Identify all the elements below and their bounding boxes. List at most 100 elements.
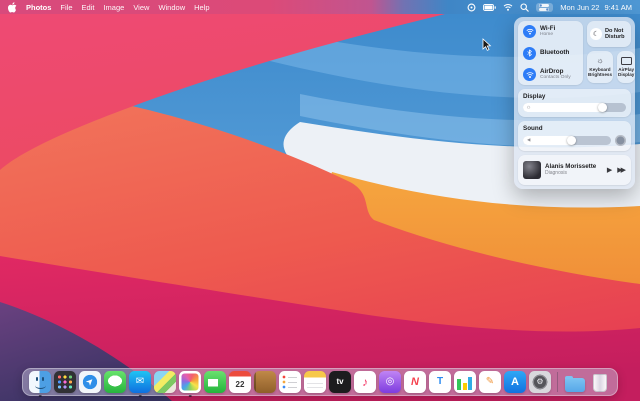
- wifi-toggle[interactable]: Wi-Fi Home: [523, 25, 578, 38]
- control-center-panel: Wi-Fi Home Bluetooth AirDrop Contacts On…: [514, 17, 636, 189]
- display-brightness-slider[interactable]: ☼: [523, 103, 626, 112]
- dock-sysprefs-icon[interactable]: ⚙: [529, 371, 551, 393]
- system-preferences-app-icon: ⚙: [529, 371, 551, 393]
- active-app-menu[interactable]: Photos: [26, 3, 51, 12]
- next-track-button[interactable]: ▶▶: [617, 166, 626, 174]
- dock-trash-icon[interactable]: [589, 371, 611, 393]
- music-widget[interactable]: Alanis Morissette Diagnosis ▶ ▶▶: [518, 155, 631, 185]
- clock-date: Mon Jun 22: [560, 2, 600, 12]
- dock-music-icon[interactable]: ♪: [354, 371, 376, 393]
- dock-reminders-icon[interactable]: [279, 371, 301, 393]
- dock-divider: [557, 372, 558, 392]
- dock-news-icon[interactable]: N: [404, 371, 426, 393]
- dock-notes-icon[interactable]: [304, 371, 326, 393]
- display-slider-knob[interactable]: [598, 103, 608, 112]
- safari-app-icon: ➤: [79, 371, 101, 393]
- keyboard-brightness-label: Keyboard Brightness: [588, 66, 612, 77]
- facetime-app-icon: [204, 371, 226, 393]
- mail-app-icon: ✉: [129, 371, 151, 393]
- speaker-icon: ◄: [526, 136, 532, 143]
- wifi-sublabel: Home: [540, 32, 554, 38]
- menu-view[interactable]: View: [133, 3, 149, 12]
- music-app-icon: ♪: [354, 371, 376, 393]
- display-label: Display: [523, 93, 546, 100]
- dock-contacts-icon[interactable]: [254, 371, 276, 393]
- mouse-cursor: [482, 38, 492, 51]
- folder-shape: [565, 375, 585, 392]
- do-not-disturb-toggle[interactable]: ☾ Do Not Disturb: [587, 21, 631, 47]
- app-store-app-icon: A: [504, 371, 526, 393]
- maps-app-icon: [154, 371, 176, 393]
- bluetooth-toggle-icon: [523, 46, 536, 60]
- dock-podcasts-icon[interactable]: ◎: [379, 371, 401, 393]
- pages-app-icon: ✎: [479, 371, 501, 393]
- running-indicator-dot: [38, 394, 42, 397]
- menu-edit[interactable]: Edit: [82, 3, 95, 12]
- reminders-app-icon: [279, 371, 301, 393]
- sound-label: Sound: [523, 125, 543, 132]
- dock-folder-icon[interactable]: [564, 371, 586, 393]
- menu-window[interactable]: Window: [158, 3, 185, 12]
- keyboard-brightness-icon: ☼: [596, 55, 604, 65]
- connectivity-card: Wi-Fi Home Bluetooth AirDrop Contacts On…: [518, 21, 583, 85]
- finder-app-icon: [29, 371, 51, 393]
- airdrop-toggle-icon: [523, 68, 536, 81]
- calendar-app-icon: 22: [229, 371, 251, 393]
- play-button[interactable]: ▶: [607, 166, 612, 174]
- dock-launchpad-icon[interactable]: [54, 371, 76, 393]
- tv-app-icon: tv: [329, 371, 351, 393]
- dock-finder-icon[interactable]: [29, 371, 51, 397]
- spotlight-icon[interactable]: [520, 2, 530, 12]
- sound-volume-slider[interactable]: ◄: [523, 136, 611, 145]
- dock-facetime-icon[interactable]: [204, 371, 226, 393]
- notes-app-icon: [304, 371, 326, 393]
- dock-appstore-icon[interactable]: A: [504, 371, 526, 393]
- menu-help[interactable]: Help: [194, 3, 209, 12]
- keyboard-brightness-button[interactable]: ☼ Keyboard Brightness: [587, 51, 613, 83]
- contacts-app-icon: [254, 371, 276, 393]
- dock-messages-icon[interactable]: [104, 371, 126, 393]
- photos-app-icon: [179, 371, 201, 393]
- dnd-label: Do Not Disturb: [605, 27, 625, 40]
- airdrop-toggle[interactable]: AirDrop Contacts Only: [523, 68, 578, 81]
- dock-safari-icon[interactable]: ➤: [79, 371, 101, 393]
- dock-calendar-icon[interactable]: 22: [229, 371, 251, 393]
- wifi-icon[interactable]: [503, 3, 513, 11]
- bluetooth-toggle[interactable]: Bluetooth: [523, 46, 578, 60]
- airplay-display-label: AirPlay Display: [618, 66, 635, 77]
- dock-maps-icon[interactable]: [154, 371, 176, 393]
- desktop: Photos File Edit Image View Window Help: [0, 0, 640, 401]
- numbers-app-icon: [454, 371, 476, 393]
- dock: ➤ ✉ 22 tv ♪ ◎ N T ✎ A ⚙: [22, 368, 618, 397]
- menu-image[interactable]: Image: [103, 3, 124, 12]
- dock-numbers-icon[interactable]: [454, 371, 476, 393]
- trash-shape: [593, 374, 607, 392]
- sound-slider-knob[interactable]: [566, 136, 576, 145]
- dock-keynote-icon[interactable]: T: [429, 371, 451, 393]
- wifi-toggle-icon: [523, 25, 536, 38]
- podcasts-app-icon: ◎: [379, 371, 401, 393]
- airplay-display-button[interactable]: AirPlay Display: [617, 51, 636, 83]
- display-card: Display ☼: [518, 89, 631, 117]
- battery-icon[interactable]: [483, 3, 497, 11]
- bluetooth-label: Bluetooth: [540, 48, 570, 56]
- display-monitor-icon: [620, 56, 632, 65]
- menu-bar-clock[interactable]: Mon Jun 22 9:41 AM: [560, 3, 632, 12]
- messages-app-icon: [104, 371, 126, 393]
- sound-card: Sound ◄: [518, 121, 631, 151]
- menu-file[interactable]: File: [60, 3, 72, 12]
- running-indicator-dot: [138, 394, 142, 397]
- control-center-icon[interactable]: [536, 2, 554, 12]
- running-indicator-dot: [188, 394, 192, 397]
- dock-mail-icon[interactable]: ✉: [129, 371, 151, 397]
- sound-output-button[interactable]: [615, 135, 626, 146]
- dock-tv-icon[interactable]: tv: [329, 371, 351, 393]
- status-circle-icon[interactable]: [467, 3, 476, 12]
- music-subtitle: Diagnosis: [545, 169, 567, 176]
- apple-menu-icon[interactable]: [8, 1, 17, 13]
- keynote-app-icon: T: [429, 371, 451, 393]
- dock-pages-icon[interactable]: ✎: [479, 371, 501, 393]
- dock-photos-icon[interactable]: [179, 371, 201, 397]
- news-app-icon: N: [404, 371, 426, 393]
- moon-icon: ☾: [590, 28, 602, 40]
